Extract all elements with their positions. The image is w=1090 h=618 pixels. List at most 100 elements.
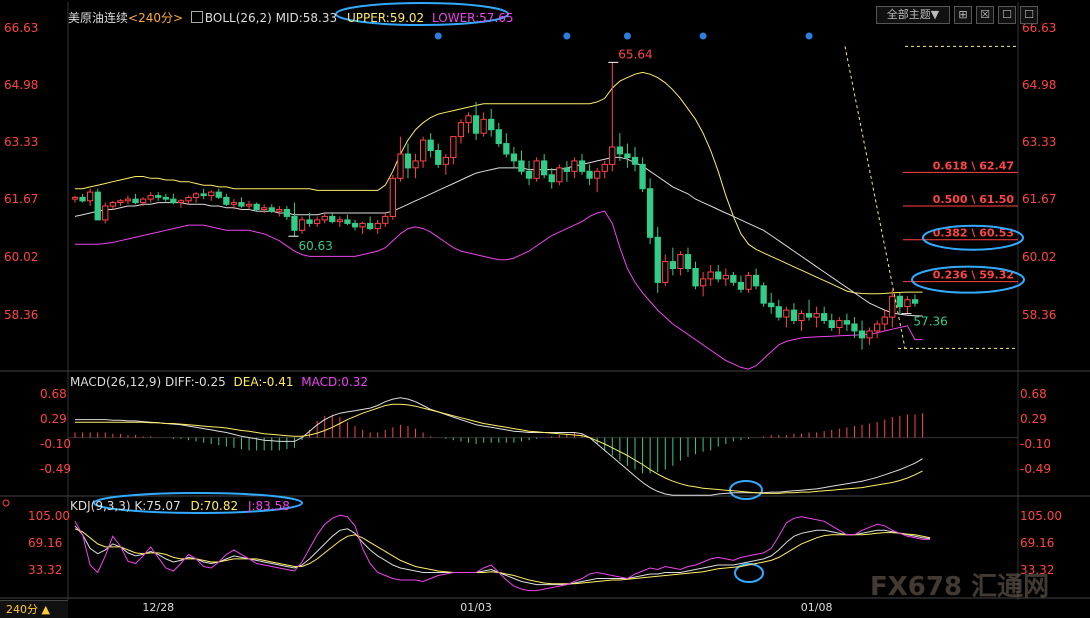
candle-up — [87, 191, 94, 202]
candle-up — [192, 193, 200, 198]
candle-up — [71, 196, 79, 200]
event-dot — [623, 32, 631, 40]
candle-up — [374, 222, 381, 230]
candle-up — [874, 323, 881, 332]
candle-up — [677, 254, 684, 270]
boll-upper-line — [75, 71, 923, 295]
macd-tick-left: 0.29 — [40, 412, 67, 426]
close-panel-button[interactable]: ☒ — [976, 6, 994, 24]
kdj-tick-left: 69.16 — [28, 536, 62, 550]
candle-down — [155, 195, 162, 198]
candle-down — [911, 299, 919, 304]
high-label: 65.64 — [618, 47, 652, 61]
period-button[interactable]: 240分 ▲ — [0, 600, 68, 618]
candle-up — [420, 139, 427, 162]
candle-up — [745, 274, 752, 290]
candle-down — [730, 274, 737, 283]
candle-down — [200, 193, 207, 197]
candle-down — [790, 309, 798, 322]
layout-button[interactable]: ⊞ — [954, 6, 972, 24]
candle-up — [117, 200, 124, 204]
candle-up — [662, 261, 669, 283]
candle-up — [866, 330, 873, 339]
candle-down — [351, 222, 359, 228]
candle-down — [715, 271, 722, 280]
mid-low-label: 60.63 — [298, 239, 332, 253]
event-dot — [805, 32, 813, 40]
price-tick-right: 63.33 — [1022, 135, 1056, 149]
boll-lower: LOWER:57.65 — [432, 11, 514, 25]
macd-diff-line — [75, 397, 923, 496]
kdj-panel-header: KDJ(9,3,3) K:75.07 D:70.82 J:83.58 — [70, 499, 290, 513]
macd-dea: DEA:-0.41 — [233, 375, 294, 389]
macd-tick-right: -0.10 — [1020, 437, 1051, 451]
restore-button[interactable]: ☐ — [1020, 6, 1038, 24]
candle-down — [631, 156, 639, 165]
candle-down — [367, 222, 374, 230]
candle-down — [775, 306, 782, 318]
watermark: FX678 汇通网 — [870, 572, 1050, 602]
candle-down — [669, 261, 677, 270]
candle-up — [533, 160, 540, 179]
candle-up — [276, 209, 283, 212]
candle-down — [238, 202, 245, 207]
event-dot — [434, 32, 442, 40]
boll-label: BOLL(26,2) — [204, 11, 272, 25]
candle-down — [858, 330, 866, 339]
candle-up — [722, 274, 730, 280]
candle-down — [132, 198, 139, 204]
candle-up — [397, 153, 404, 179]
candle-down — [510, 153, 518, 162]
candle-down — [647, 188, 654, 238]
candle-down — [170, 198, 177, 204]
candle-up — [359, 222, 366, 228]
candle-up — [798, 313, 805, 322]
kdj-tick-left: 105.00 — [28, 509, 70, 523]
price-tick-left: 64.98 — [4, 78, 38, 92]
candle-down — [821, 313, 828, 322]
candle-up — [601, 163, 608, 172]
macd-tick-left: -0.10 — [40, 437, 71, 451]
event-dot — [699, 32, 707, 40]
macd-panel-header: MACD(26,12,9) DIFF:-0.25 DEA:-0.41 MACD:… — [70, 375, 368, 389]
candle-down — [495, 129, 502, 145]
candle-up — [707, 271, 714, 280]
candle-up — [261, 207, 268, 211]
candle-down — [404, 153, 412, 169]
maximize-button[interactable]: ☐ — [998, 6, 1016, 24]
price-tick-left: 58.36 — [4, 308, 38, 322]
low-label: 57.36 — [913, 315, 947, 329]
period-label: <240分> — [128, 11, 184, 25]
candle-up — [450, 136, 457, 158]
boll-mid-line — [74, 156, 923, 317]
candle-down — [760, 285, 767, 304]
candle-up — [412, 160, 419, 169]
candle-up — [889, 295, 896, 318]
candle-up — [594, 170, 601, 179]
candle-down — [488, 118, 495, 131]
fib-level-label: 0.618 \ 62.47 — [933, 159, 1014, 172]
candle-down — [752, 274, 760, 287]
candle-down — [94, 191, 101, 221]
candle-up — [382, 215, 389, 224]
candle-down — [737, 281, 745, 290]
candle-down — [472, 115, 480, 134]
candle-up — [783, 309, 790, 318]
macd-diff: DIFF:-0.25 — [164, 375, 226, 389]
boll-lower-line — [75, 210, 923, 370]
candle-down — [435, 150, 442, 165]
candle-down — [427, 139, 434, 152]
chart-canvas[interactable]: 66.63 66.6364.98 64.9863.33 63.3361.67 61.67… — [0, 0, 1090, 617]
candle-up — [245, 203, 253, 207]
candle-up — [813, 313, 820, 318]
candle-down — [503, 143, 510, 155]
price-tick-left: 63.33 — [4, 135, 38, 149]
candle-down — [896, 295, 904, 308]
theme-select[interactable]: 全部主题▼ — [876, 6, 950, 24]
candle-up — [442, 156, 450, 165]
price-tick-right: 61.67 — [1022, 192, 1056, 206]
candle-up — [208, 191, 215, 197]
candle-down — [548, 174, 555, 183]
macd-tick-left: 0.68 — [40, 387, 67, 401]
candle-up — [571, 160, 578, 172]
